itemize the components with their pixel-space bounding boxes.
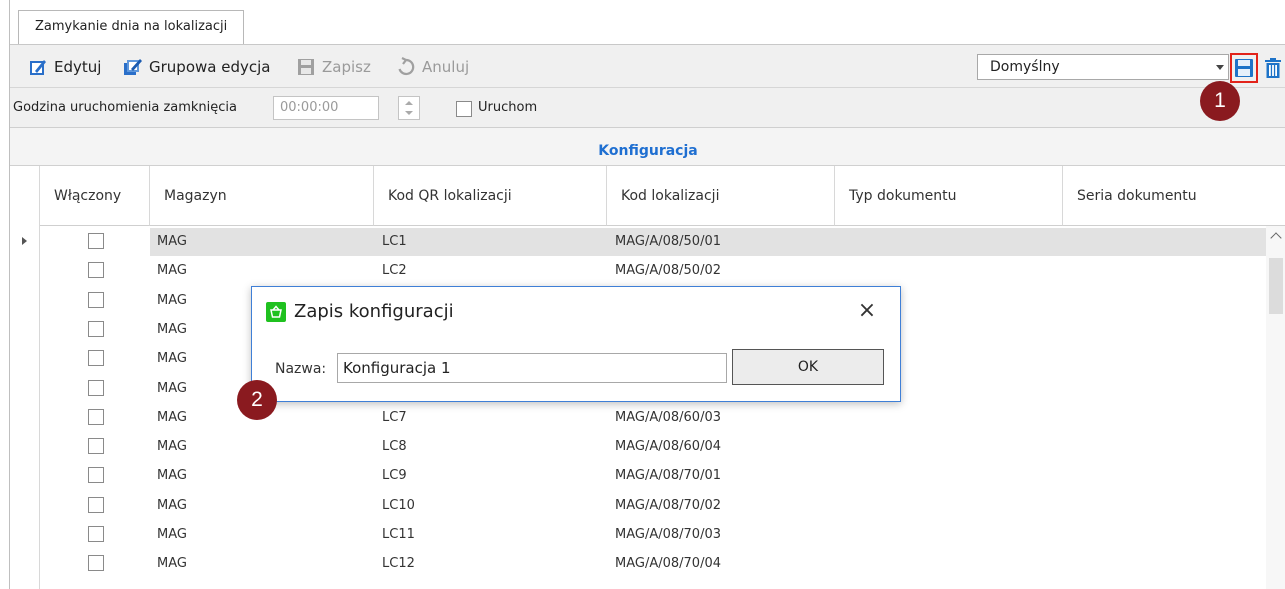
table-row[interactable]: MAG LC10 MAG/A/08/70/02 [10, 491, 1266, 520]
chevron-down-icon [1216, 65, 1224, 70]
undo-icon [398, 57, 415, 76]
cancel-button[interactable]: Anuluj [396, 53, 469, 81]
cell-location-code: MAG/A/08/50/02 [615, 263, 721, 279]
name-label: Nazwa: [275, 361, 327, 377]
cell-warehouse: MAG [157, 380, 187, 396]
run-checkbox[interactable] [456, 101, 472, 117]
toolbar: Edytuj Grupowa edycja Zapisz Anuluj Domy… [10, 44, 1285, 88]
cell-qr-code: LC1 [382, 234, 407, 249]
cell-location-code: MAG/A/08/60/04 [615, 439, 721, 455]
save-config-dialog: Zapis konfiguracji × Nazwa: Konfiguracja… [251, 286, 901, 402]
table-row[interactable]: MAG LC12 MAG/A/08/70/04 [10, 549, 1266, 578]
table-row[interactable]: MAG LC9 MAG/A/08/70/01 [10, 461, 1266, 490]
run-time-spinner[interactable] [398, 96, 420, 120]
cell-warehouse: MAG [157, 234, 187, 249]
tab-strip: Zamykanie dnia na lokalizacji [10, 0, 1285, 44]
config-name-input[interactable]: Konfiguracja 1 [337, 353, 727, 383]
cell-warehouse: MAG [157, 409, 187, 425]
tab-zamykanie-dnia[interactable]: Zamykanie dnia na lokalizacji [18, 10, 245, 44]
group-edit-button[interactable]: Grupowa edycja [123, 53, 270, 81]
cell-qr-code: LC12 [382, 556, 415, 572]
cell-qr-code: LC2 [382, 263, 407, 279]
save-button[interactable]: Zapisz [296, 53, 371, 81]
row-enabled-checkbox[interactable] [88, 350, 104, 367]
delete-config-icon [1265, 58, 1281, 78]
row-enabled-checkbox[interactable] [88, 555, 104, 572]
delete-config-button[interactable] [1262, 54, 1284, 82]
column-header-enabled[interactable]: Włączony [40, 166, 150, 226]
column-header-warehouse[interactable]: Magazyn [150, 166, 374, 226]
save-config-button[interactable] [1230, 53, 1258, 83]
row-enabled-checkbox[interactable] [88, 467, 104, 484]
cell-location-code: MAG/A/08/70/04 [615, 556, 721, 572]
row-enabled-checkbox[interactable] [88, 379, 104, 396]
run-label: Uruchom [478, 100, 538, 115]
cell-qr-code: LC10 [382, 497, 415, 513]
annotation-badge-1: 1 [1200, 81, 1240, 121]
save-label: Zapisz [322, 58, 371, 76]
cell-qr-code: LC7 [382, 409, 407, 425]
table-row[interactable]: MAG LC2 MAG/A/08/50/02 [10, 256, 1266, 285]
annotation-badge-2: 2 [237, 380, 277, 420]
dialog-title: Zapis konfiguracji [294, 301, 454, 322]
grid-group-header: Konfiguracja [10, 128, 1285, 166]
cell-warehouse: MAG [157, 527, 187, 542]
scroll-thumb[interactable] [1269, 258, 1283, 314]
vertical-scrollbar[interactable] [1266, 226, 1285, 589]
row-enabled-checkbox[interactable] [88, 233, 104, 249]
table-row[interactable]: MAG LC7 MAG/A/08/60/03 [10, 403, 1266, 432]
ok-button[interactable]: OK [732, 349, 884, 385]
cell-qr-code: LC8 [382, 439, 407, 455]
row-enabled-checkbox[interactable] [88, 408, 104, 425]
edit-label: Edytuj [54, 58, 102, 76]
cancel-label: Anuluj [422, 58, 470, 76]
close-icon[interactable]: × [852, 297, 882, 327]
save-config-icon [1235, 59, 1253, 77]
scroll-up-icon[interactable] [1270, 232, 1282, 244]
cell-warehouse: MAG [157, 292, 187, 308]
run-time-label: Godzina uruchomienia zamknięcia [13, 100, 237, 115]
row-enabled-checkbox[interactable] [88, 526, 104, 542]
cell-warehouse: MAG [157, 468, 187, 484]
column-header-location-code[interactable]: Kod lokalizacji [607, 166, 835, 226]
run-time-input[interactable]: 00:00:00 [273, 96, 379, 120]
cell-location-code: MAG/A/08/70/02 [615, 497, 721, 513]
cell-qr-code: LC9 [382, 468, 407, 484]
edit-button[interactable]: Edytuj [28, 53, 101, 81]
config-select[interactable]: Domyślny [977, 54, 1229, 80]
column-header-qr-code[interactable]: Kod QR lokalizacji [374, 166, 607, 226]
table-row[interactable]: MAG LC8 MAG/A/08/60/04 [10, 432, 1266, 461]
basket-icon [266, 302, 286, 322]
column-header-document-series[interactable]: Seria dokumentu [1063, 166, 1285, 226]
row-enabled-checkbox[interactable] [88, 496, 104, 513]
current-row-indicator-icon [22, 237, 27, 245]
cell-warehouse: MAG [157, 263, 187, 279]
cell-warehouse: MAG [157, 497, 187, 513]
table-row[interactable]: MAG LC11 MAG/A/08/70/03 [10, 520, 1266, 549]
row-enabled-checkbox[interactable] [88, 320, 104, 337]
edit-icon [30, 60, 46, 75]
group-edit-icon [124, 59, 142, 75]
cell-warehouse: MAG [157, 321, 187, 337]
column-header-document-type[interactable]: Typ dokumentu [835, 166, 1063, 226]
group-edit-label: Grupowa edycja [149, 58, 271, 76]
cell-location-code: MAG/A/08/70/03 [615, 527, 721, 542]
row-enabled-checkbox[interactable] [88, 438, 104, 455]
cell-location-code: MAG/A/08/60/03 [615, 409, 721, 425]
config-select-value: Domyślny [990, 59, 1060, 75]
parameters-row: Godzina uruchomienia zamknięcia 00:00:00… [10, 88, 1285, 128]
row-enabled-checkbox[interactable] [88, 291, 104, 308]
row-enabled-checkbox[interactable] [88, 262, 104, 279]
save-disk-icon [298, 59, 314, 75]
cell-warehouse: MAG [157, 556, 187, 572]
cell-location-code: MAG/A/08/70/01 [615, 468, 721, 484]
cell-warehouse: MAG [157, 351, 187, 367]
cell-location-code: MAG/A/08/50/01 [615, 234, 721, 249]
table-row[interactable]: MAG LC1 MAG/A/08/50/01 [10, 227, 1266, 256]
cell-qr-code: LC11 [382, 527, 415, 542]
cell-warehouse: MAG [157, 439, 187, 455]
